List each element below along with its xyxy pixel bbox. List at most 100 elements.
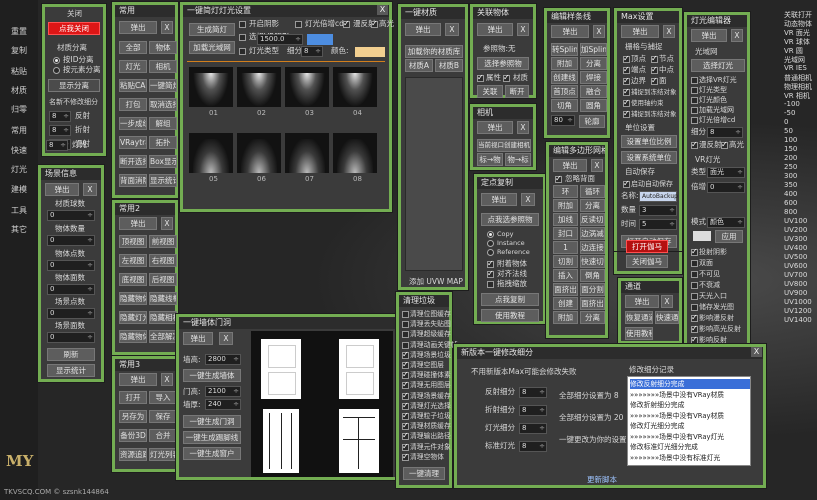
link-popup-button[interactable]: 弹出 xyxy=(477,23,513,36)
outline-spin[interactable]: 80 xyxy=(551,115,575,126)
common2-popup-button[interactable]: 弹出 xyxy=(119,217,157,230)
right-item-25[interactable]: UV300 xyxy=(784,235,807,243)
right-item-18[interactable]: 300 xyxy=(784,172,797,180)
common3-btn-2[interactable]: 另存为 xyxy=(119,410,147,423)
poly-btn-13[interactable]: 倒角 xyxy=(580,269,605,282)
door-close-button[interactable]: X xyxy=(219,332,233,345)
refr-spin[interactable]: 8 xyxy=(49,125,71,136)
common3-btn-6[interactable]: 资源追踪 xyxy=(119,448,147,461)
common2-btn-6[interactable]: 隐藏物体 xyxy=(119,292,147,305)
common-btn-6[interactable]: 打包 xyxy=(119,98,147,111)
right-item-32[interactable]: UV1000 xyxy=(784,298,812,306)
le-opt-2[interactable] xyxy=(691,271,698,278)
load-ies-button[interactable]: 加载光域网 xyxy=(189,41,235,54)
right-item-33[interactable]: UV1200 xyxy=(784,307,812,315)
sidebar-copy[interactable]: 复制 xyxy=(11,45,27,56)
select-ref-button[interactable]: 选择参照物 xyxy=(477,57,529,70)
fix-refr-spin[interactable]: 8 xyxy=(519,405,547,416)
right-item-24[interactable]: UV200 xyxy=(784,226,807,234)
right-item-23[interactable]: UV100 xyxy=(784,217,807,225)
gen-wall-button[interactable]: 一键生成墙体 xyxy=(183,369,241,382)
common-btn-1[interactable]: 物体 xyxy=(149,41,177,54)
right-item-10[interactable]: -100 xyxy=(784,100,800,108)
mat-checkbox[interactable] xyxy=(503,73,510,82)
fix-light-spin[interactable]: 8 xyxy=(519,423,547,434)
material-list[interactable] xyxy=(405,77,463,271)
common3-btn-1[interactable]: 导入 xyxy=(149,391,177,404)
right-item-14[interactable]: 100 xyxy=(784,136,797,144)
common-btn-15[interactable]: 显示统计 xyxy=(149,174,177,187)
channel-close-button[interactable]: X xyxy=(661,295,673,308)
le-opt-4[interactable] xyxy=(691,293,698,300)
common3-btn-5[interactable]: 合并 xyxy=(149,429,177,442)
common2-btn-2[interactable]: 左视图 xyxy=(119,254,147,267)
poly-btn-12[interactable]: 插入 xyxy=(553,269,578,282)
pick-ref-button[interactable]: 点我选参照物 xyxy=(481,213,539,226)
copy-radio[interactable] xyxy=(487,231,494,238)
poly-btn-11[interactable]: 快速切 xyxy=(580,255,605,268)
common-btn-4[interactable]: 粘贴CAD xyxy=(119,79,147,92)
axis-constraint-checkbox[interactable] xyxy=(623,98,630,107)
le-check-2[interactable] xyxy=(691,97,698,104)
clean-check-5[interactable] xyxy=(402,360,409,369)
refl-spin[interactable]: 8 xyxy=(49,111,71,122)
common2-btn-5[interactable]: 后视图 xyxy=(149,273,177,286)
align-checkbox[interactable] xyxy=(487,269,494,278)
snap-edge-checkbox[interactable] xyxy=(623,76,630,85)
sidebar-zero[interactable]: 归零 xyxy=(11,104,27,115)
right-item-30[interactable]: UV800 xyxy=(784,280,807,288)
common2-btn-7[interactable]: 隐藏线框 xyxy=(149,292,177,305)
light-close-button[interactable]: X xyxy=(377,5,388,15)
specular-checkbox[interactable] xyxy=(371,19,378,28)
common2-btn-8[interactable]: 隐藏灯光 xyxy=(119,311,147,324)
right-item-27[interactable]: UV500 xyxy=(784,253,807,261)
sidebar-modeling[interactable]: 建模 xyxy=(11,184,27,195)
scene-close-button[interactable]: X xyxy=(83,183,97,196)
common2-btn-9[interactable]: 隐藏相机 xyxy=(149,311,177,324)
ignore-back-checkbox[interactable] xyxy=(555,174,562,183)
reference-radio[interactable] xyxy=(487,249,494,256)
snap-vertex-checkbox[interactable] xyxy=(623,54,630,63)
le-popup-button[interactable]: 弹出 xyxy=(691,29,727,42)
right-item-26[interactable]: UV400 xyxy=(784,244,807,252)
right-item-34[interactable]: UV1400 xyxy=(784,316,812,324)
common-btn-10[interactable]: VRaytrao xyxy=(119,136,147,149)
right-item-15[interactable]: 150 xyxy=(784,145,797,153)
le-mode-select[interactable]: 颜色 xyxy=(707,217,745,228)
clean-check-4[interactable] xyxy=(402,350,409,359)
common2-btn-1[interactable]: 前视图 xyxy=(149,235,177,248)
door-thumb-1[interactable] xyxy=(261,339,301,399)
clean-check-3[interactable] xyxy=(402,341,409,349)
le-apply-button[interactable]: 应用 xyxy=(715,230,743,243)
outline-button[interactable]: 轮廓 xyxy=(579,115,605,128)
close-gamma-button[interactable]: 关闭伽马 xyxy=(626,255,668,268)
snap-endpoint-checkbox[interactable] xyxy=(623,65,630,74)
right-item-12[interactable]: 0 xyxy=(784,118,788,126)
le-check-1[interactable] xyxy=(691,87,698,94)
poly-btn-10[interactable]: 切割 xyxy=(553,255,578,268)
channel-guide-button[interactable]: 使用教程 xyxy=(625,327,653,340)
fix-set8[interactable]: 全部细分设置为 8 xyxy=(559,391,619,401)
diffuse-checkbox[interactable] xyxy=(343,19,350,28)
spline-btn-7[interactable]: 融合 xyxy=(580,85,607,98)
common2-close-button[interactable]: X xyxy=(161,217,173,230)
clean-check-8[interactable] xyxy=(402,391,409,400)
max-popup-button[interactable]: 弹出 xyxy=(621,25,659,38)
snap-face-checkbox[interactable] xyxy=(651,76,658,85)
common-btn-9[interactable]: 解组 xyxy=(149,117,177,130)
spline-btn-2[interactable]: 附加 xyxy=(551,57,578,70)
max-close-button[interactable]: X xyxy=(663,25,675,38)
right-item-28[interactable]: UV600 xyxy=(784,262,807,270)
stats-button[interactable]: 显示统计 xyxy=(47,364,95,377)
le-opt-8[interactable] xyxy=(691,335,698,344)
gen-baseboard-button[interactable]: 一键生成踢脚线 xyxy=(183,431,241,444)
uvw-label[interactable]: 添加 UVW MAP xyxy=(409,277,463,287)
snap-frozen-checkbox[interactable] xyxy=(623,87,630,96)
le-check-4[interactable] xyxy=(691,117,698,124)
le-color-swatch[interactable] xyxy=(693,231,711,241)
right-item-6[interactable]: VR IES xyxy=(784,64,807,72)
material-a-button[interactable]: 材质A xyxy=(405,59,433,72)
ies-thumb-02[interactable] xyxy=(237,67,281,107)
common-btn-12[interactable]: 断开选择 xyxy=(119,155,147,168)
door-thumb-4[interactable] xyxy=(339,409,379,473)
